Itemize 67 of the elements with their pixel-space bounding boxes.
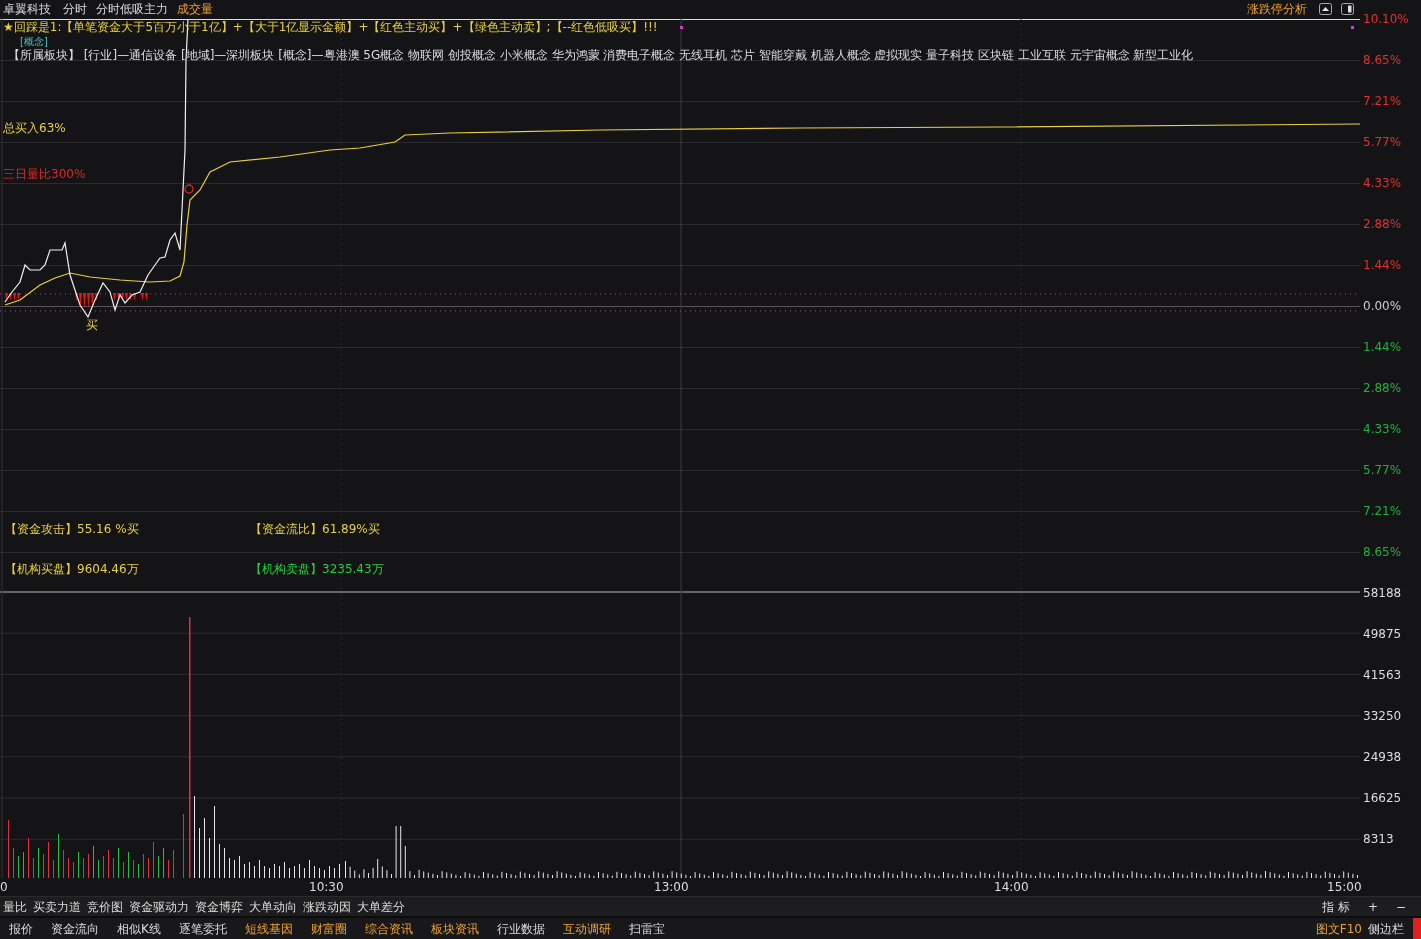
bottom-tab[interactable]: 扫雷宝 <box>619 919 674 938</box>
axis-label: 41563 <box>1362 668 1403 684</box>
indicator-tab[interactable]: 资金驱动力 <box>126 897 192 916</box>
indicator-value: 【资金流比】61.89%买 <box>250 522 380 536</box>
concept-tag: [概念] <box>20 35 48 49</box>
axis-label: 2.88% <box>1362 217 1403 233</box>
bottom-tab[interactable]: 侧边栏 <box>1365 919 1407 938</box>
sidebar-toggle[interactable] <box>1413 918 1421 939</box>
axis-label: 33250 <box>1362 709 1403 725</box>
indicator-control[interactable]: 指 标 <box>1313 897 1359 916</box>
axis-label: 7.21% <box>1362 504 1403 520</box>
stock-name: 卓翼科技 <box>3 1 51 18</box>
axis-label: 5.77% <box>1362 463 1403 479</box>
axis-label: 2.88% <box>1362 381 1403 397</box>
axis-label: 1.44% <box>1362 258 1403 274</box>
axis-label: 8.65% <box>1362 545 1403 561</box>
indicator-tab[interactable]: 量比 <box>0 897 30 916</box>
indicator-value: 【机构买盘】9604.46万 <box>5 562 139 576</box>
bottom-tab[interactable]: 图文F10 <box>1312 919 1365 938</box>
indicator-value: 【资金攻击】55.16 %买 <box>5 522 139 536</box>
axis-label: 24938 <box>1362 750 1403 766</box>
indicator-value: 【机构卖盘】3235.43万 <box>250 562 384 576</box>
chart-tab[interactable]: 分时低吸主力 <box>93 0 171 18</box>
bottom-tab[interactable]: 综合资讯 <box>355 919 422 938</box>
chart-tab[interactable]: 成交量 <box>174 0 216 18</box>
bottom-tab[interactable]: 互动调研 <box>553 919 620 938</box>
buy-marker: 买 <box>86 318 98 332</box>
time-label: 14:00 <box>994 880 1029 894</box>
axis-label: 0.00% <box>1362 299 1403 315</box>
indicator-tab[interactable]: 买卖力道 <box>30 897 84 916</box>
axis-label: 1.44% <box>1362 340 1403 356</box>
sidebar-icon[interactable] <box>1341 3 1354 15</box>
axis-label: 7.21% <box>1362 94 1403 110</box>
bottom-tab[interactable]: 资金流向 <box>42 919 108 938</box>
bottom-tab[interactable]: 板块资讯 <box>421 919 488 938</box>
bottom-tab[interactable]: 逐笔委托 <box>169 919 236 938</box>
indicator-tab[interactable]: 大单动向 <box>246 897 300 916</box>
axis-label: 4.33% <box>1362 422 1403 438</box>
axis-label: 16625 <box>1362 791 1403 807</box>
analysis-link[interactable]: 涨跌停分析 <box>1247 0 1307 18</box>
volume-ratio-label: 三日量比300% <box>3 167 86 181</box>
axis-label: 8313 <box>1362 832 1395 848</box>
indicator-tab[interactable]: 资金博弈 <box>192 897 246 916</box>
indicator-tab[interactable]: 涨跌动因 <box>300 897 354 916</box>
axis-label: 10.10% <box>1362 12 1410 28</box>
indicator-tab[interactable]: 大单差分 <box>354 897 408 916</box>
bottom-tab[interactable]: 短线基因 <box>235 919 302 938</box>
bottom-tab[interactable]: 相似K线 <box>108 919 170 938</box>
axis-label: 49875 <box>1362 627 1403 643</box>
axis-label: 8.65% <box>1362 53 1403 69</box>
indicator-tab[interactable]: 竞价图 <box>84 897 126 916</box>
time-label: 15:00 <box>1327 880 1362 894</box>
time-label: 10:30 <box>309 880 344 894</box>
axis-label: 5.77% <box>1362 135 1403 151</box>
indicator-control[interactable]: − <box>1386 897 1415 916</box>
expand-icon[interactable] <box>1319 3 1332 15</box>
axis-label: 58188 <box>1362 586 1403 602</box>
chart-tab[interactable]: 分时 <box>60 0 90 18</box>
indicator-control[interactable]: + <box>1358 897 1387 916</box>
axis-label: 4.33% <box>1362 176 1403 192</box>
time-label: 0 <box>0 880 8 894</box>
signal-circle-icon <box>184 184 194 194</box>
time-label: 13:00 <box>654 880 689 894</box>
bottom-tab[interactable]: 报价 <box>0 919 42 938</box>
total-buy-label: 总买入63% <box>3 121 66 135</box>
bottom-tab[interactable]: 财富圈 <box>301 919 356 938</box>
bottom-tab[interactable]: 行业数据 <box>487 919 554 938</box>
